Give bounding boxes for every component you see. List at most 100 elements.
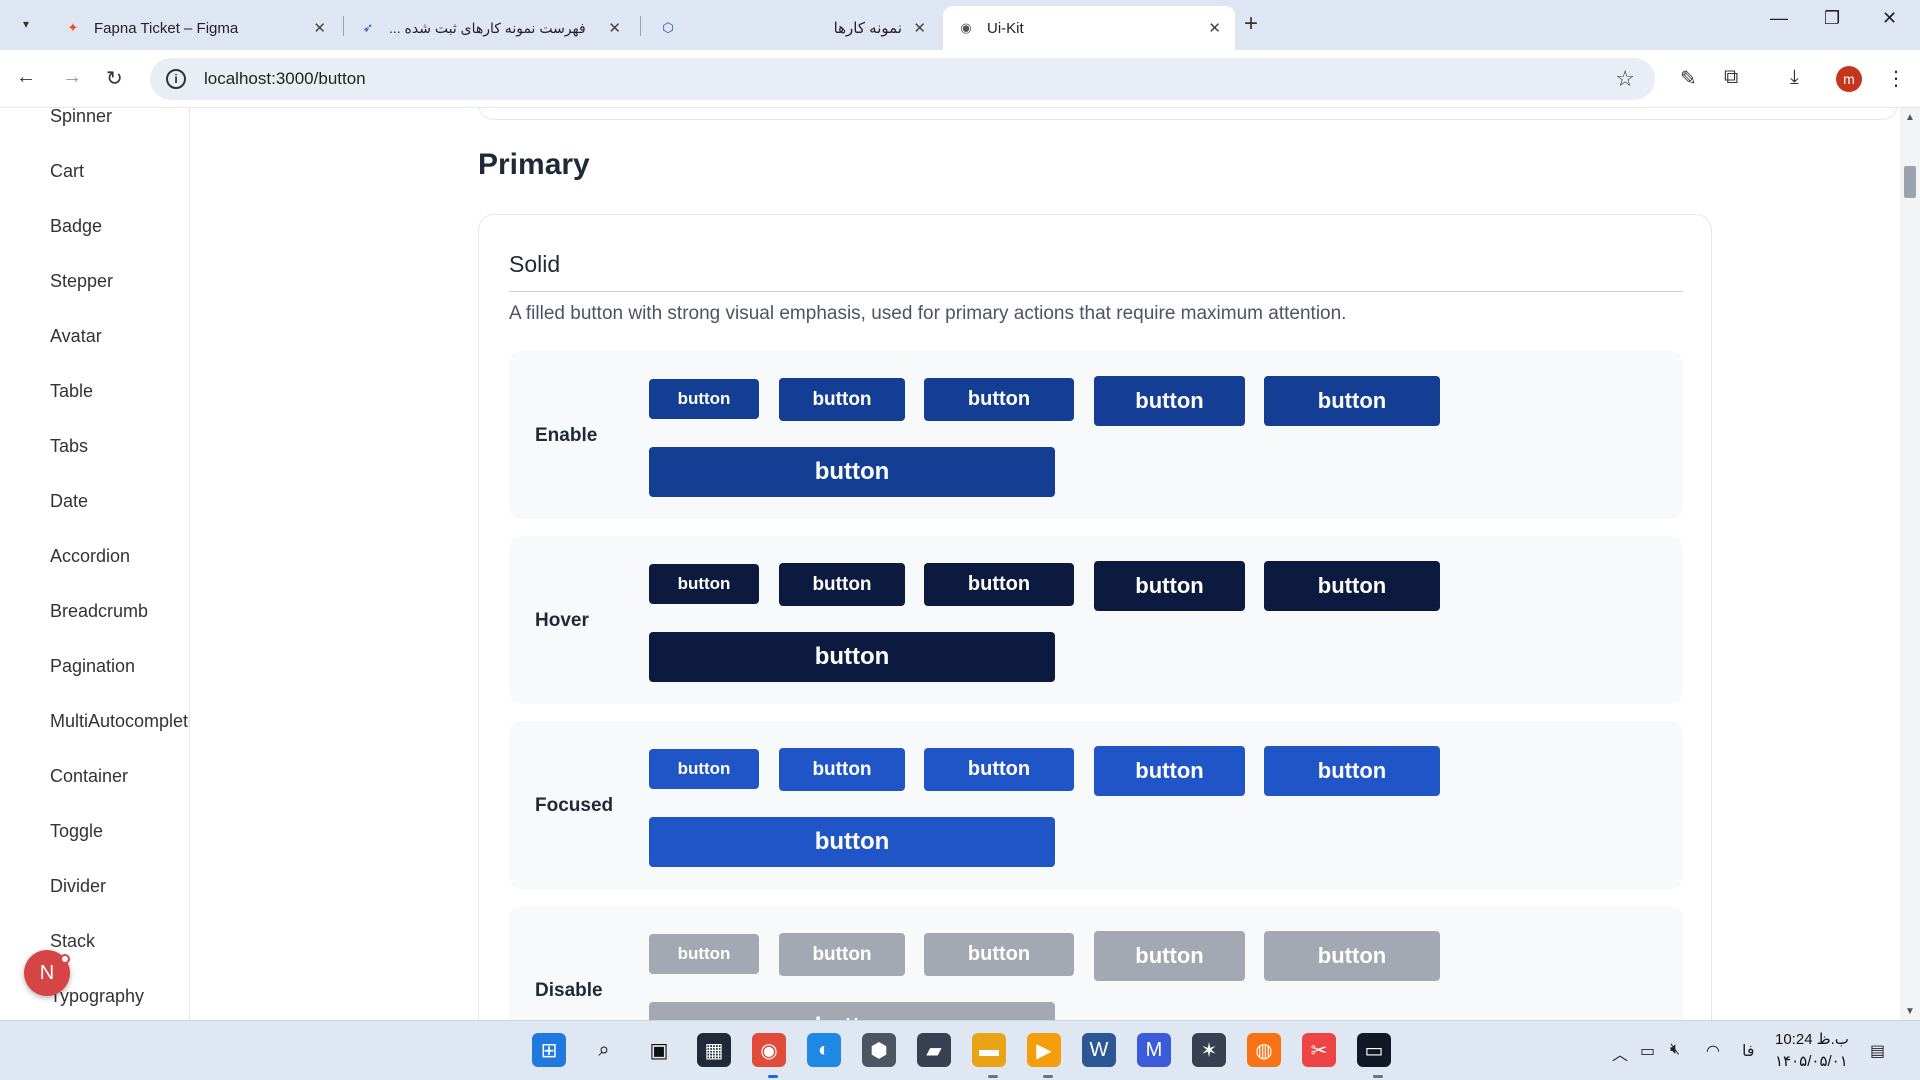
scroll-down-icon[interactable]: ▼ [1905,1006,1915,1017]
avatar[interactable]: m [1836,66,1862,92]
back-icon[interactable]: ← [16,66,36,89]
demo-button[interactable]: button [649,564,759,604]
scrollbar-thumb[interactable] [1904,166,1916,198]
section-title: Primary [478,148,590,181]
forward-icon[interactable]: → [62,66,82,89]
extensions-icon[interactable]: ⧉ [1724,66,1738,89]
sidebar-item-accordion[interactable]: Accordion [50,546,130,567]
sidebar-item-typography[interactable]: Typography [50,986,144,1007]
sidebar-item-multiautocomplete[interactable]: MultiAutocomplete [50,711,189,732]
demo-button[interactable]: button [649,379,759,419]
media-icon[interactable]: ▶ [1027,1033,1061,1067]
divider [509,291,1683,292]
demo-button[interactable]: button [924,563,1074,606]
wifi-icon[interactable]: ◠ [1706,1041,1720,1061]
tab-portfolio-list[interactable]: ➶ فهرست نمونه کارهای ثبت شده ... ✕ [345,6,635,50]
explorer-icon[interactable]: ▬ [972,1033,1006,1067]
box-icon[interactable]: ⬢ [862,1033,896,1067]
store-icon[interactable]: ▰ [917,1033,951,1067]
close-window-icon[interactable]: ✕ [1882,8,1897,29]
sidebar-item-spinner[interactable]: Spinner [50,108,112,127]
clock[interactable]: 10:24 ب.ظ ۱۴۰۵/۰۵/۰۱ [1775,1029,1849,1073]
reload-icon[interactable]: ↻ [106,66,123,91]
demo-button[interactable]: button [649,817,1055,867]
tab-portfolio[interactable]: نمونه کارها ✕ [800,6,940,50]
start-icon[interactable]: ⊞ [532,1033,566,1067]
pen-icon[interactable]: ✎ [1680,66,1697,91]
address-bar[interactable]: i localhost:3000/button ☆ [150,58,1655,100]
tab-figma[interactable]: ✦ Fapna Ticket – Figma ✕ [50,6,340,50]
search-icon[interactable]: ⌕ [587,1033,621,1067]
terminal-icon[interactable]: ▭ [1357,1033,1391,1067]
demo-button[interactable]: button [649,934,759,974]
url-text[interactable]: localhost:3000/button [204,69,366,89]
chevron-up-icon[interactable]: ︿ [1612,1041,1628,1065]
scrollbar[interactable] [1900,108,1920,1020]
sidebar-item-stepper[interactable]: Stepper [50,271,113,292]
sidebar-item-divider[interactable]: Divider [50,876,106,897]
sidebar: Spinner Cart Badge Stepper Avatar Table Tabs Da… [0,108,190,1020]
sidebar-item-stack[interactable]: Stack [50,931,95,952]
download-icon[interactable]: ⤓ [1790,66,1799,89]
demo-button[interactable]: button [924,378,1074,421]
demo-button[interactable]: button [1264,746,1440,796]
demo-button[interactable]: button [1094,376,1245,426]
close-icon[interactable]: ✕ [608,19,621,37]
vscode-icon[interactable]: M [1137,1033,1171,1067]
tab-ui-kit[interactable]: ◉ Ui-Kit ✕ [943,6,1235,50]
sidebar-item-toggle[interactable]: Toggle [50,821,103,842]
new-tab-icon[interactable]: + [1244,10,1258,38]
restore-icon[interactable]: ❐ [1824,8,1840,29]
chrome-icon[interactable]: ◉ [752,1033,786,1067]
demo-button[interactable]: button [1264,931,1440,981]
demo-button[interactable]: button [649,447,1055,497]
demo-button[interactable]: button [1264,561,1440,611]
demo-button[interactable]: button [924,748,1074,791]
sidebar-item-tabs[interactable]: Tabs [50,436,88,457]
snip-icon[interactable]: ✂ [1302,1033,1336,1067]
close-icon[interactable]: ✕ [1208,19,1221,37]
task-view-icon[interactable]: ▣ [642,1033,676,1067]
sidebar-item-badge[interactable]: Badge [50,216,102,237]
demo-button[interactable]: button [779,563,905,606]
sidebar-item-pagination[interactable]: Pagination [50,656,135,677]
info-icon[interactable]: i [166,69,186,89]
scroll-up-icon[interactable]: ▲ [1905,112,1915,123]
color-icon[interactable]: ◍ [1247,1033,1281,1067]
demo-button[interactable]: button [1264,376,1440,426]
running-indicator [1043,1075,1053,1078]
word-icon[interactable]: W [1082,1033,1116,1067]
language-indicator[interactable]: فا [1742,1041,1755,1061]
battery-icon[interactable]: ▭ [1640,1041,1655,1061]
demo-button[interactable]: button [1094,561,1245,611]
tab-search-icon[interactable]: ▾ [12,10,40,38]
minimize-icon[interactable]: — [1770,8,1788,29]
card-title: Solid [509,251,561,277]
inkscape-icon[interactable]: ✶ [1192,1033,1226,1067]
demo-button[interactable]: button [779,748,905,791]
sidebar-item-cart[interactable]: Cart [50,161,84,182]
menu-icon[interactable]: ⋮ [1886,66,1906,91]
sidebar-item-table[interactable]: Table [50,381,93,402]
edge-icon[interactable]: ◐ [807,1033,841,1067]
demo-button[interactable]: button [1094,746,1245,796]
demo-button[interactable]: button [649,749,759,789]
demo-button[interactable]: button [924,933,1074,976]
demo-button[interactable]: button [1094,931,1245,981]
notifications-icon[interactable]: ▤ [1870,1041,1885,1061]
demo-button[interactable]: button [779,933,905,976]
sidebar-item-container[interactable]: Container [50,766,128,787]
demo-button[interactable]: button [649,632,1055,682]
close-icon[interactable]: ✕ [913,19,926,37]
star-icon[interactable]: ☆ [1615,66,1635,92]
close-icon[interactable]: ✕ [313,19,326,37]
sidebar-item-breadcrumb[interactable]: Breadcrumb [50,601,148,622]
mute-icon[interactable]: 🔇︎ [1670,1041,1680,1059]
state-row-enable: Enable button button button button button butt… [509,351,1683,519]
demo-button[interactable]: button [779,378,905,421]
sidebar-item-avatar[interactable]: Avatar [50,326,102,347]
sidebar-item-date[interactable]: Date [50,491,88,512]
card-description: A filled button with strong visual empha… [509,303,1347,324]
demo-button[interactable]: button [649,1002,1055,1020]
widgets-icon[interactable]: ▦ [697,1033,731,1067]
